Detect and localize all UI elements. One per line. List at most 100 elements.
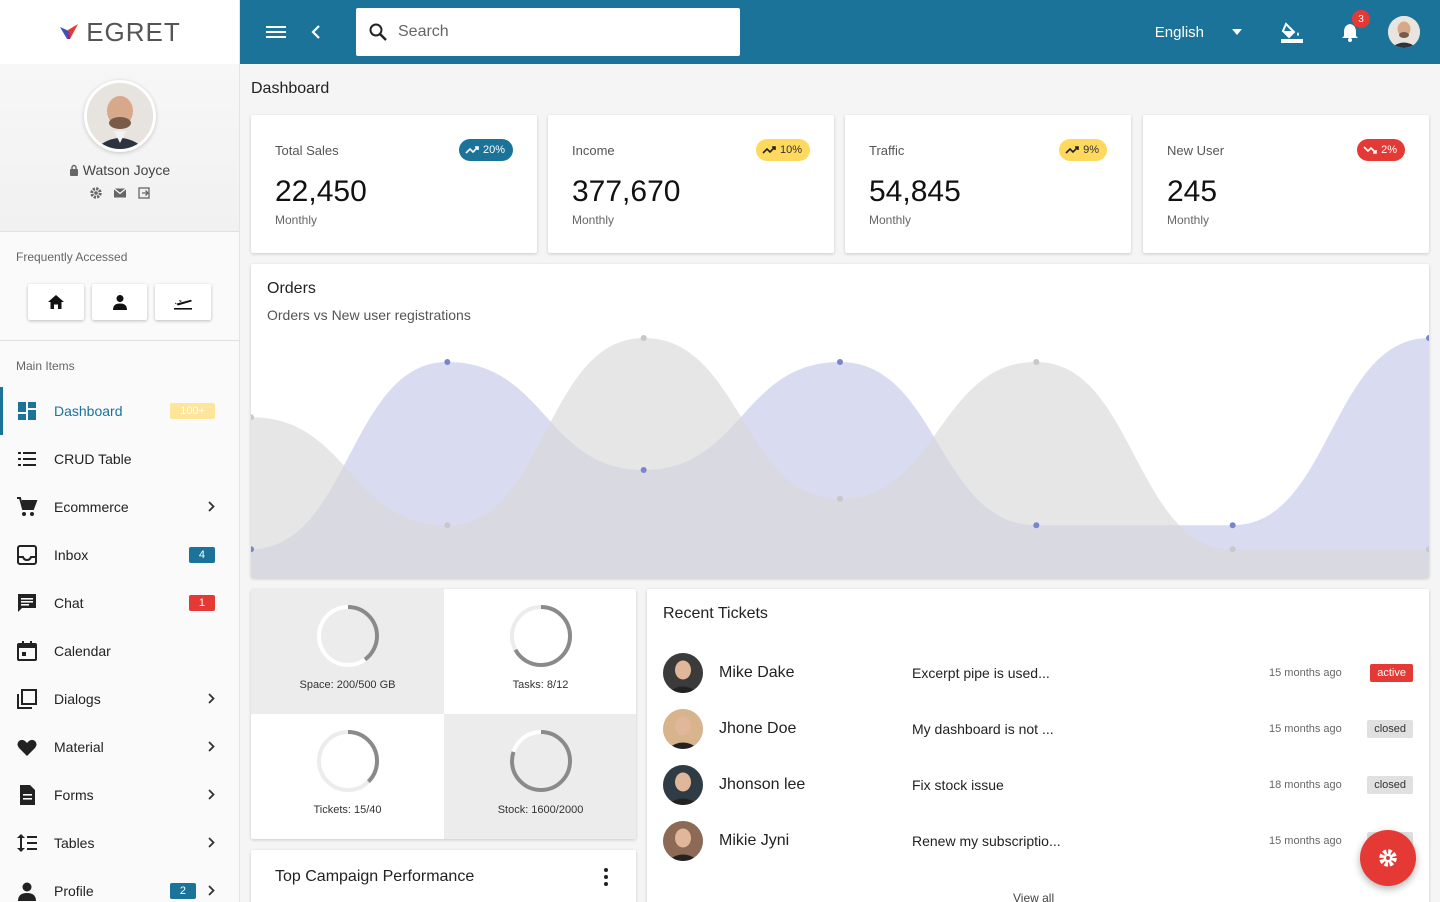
sidebar-item-badge: 100+ bbox=[170, 403, 215, 419]
gauge-ring bbox=[316, 730, 379, 792]
ticket-status-badge: active bbox=[1370, 664, 1413, 682]
theme-button[interactable] bbox=[1272, 12, 1312, 52]
ticket-row[interactable]: Mikie Jyni Renew my subscriptio... 15 mont… bbox=[663, 817, 1413, 865]
sidebar-item-dashboard[interactable]: Dashboard 100+ bbox=[0, 387, 239, 435]
menu-icon bbox=[266, 26, 286, 38]
frequently-accessed-label: Frequently Accessed bbox=[16, 250, 128, 264]
ticket-avatar bbox=[663, 821, 703, 861]
tickets-title: Recent Tickets bbox=[663, 605, 768, 622]
sidebar-item-crud-table[interactable]: CRUD Table bbox=[0, 435, 239, 483]
heart-icon bbox=[16, 736, 38, 758]
language-select[interactable]: English bbox=[1155, 24, 1242, 41]
gauge-ring bbox=[509, 730, 572, 792]
tickets-card: Recent Tickets Mike Dake Excerpt pipe is … bbox=[647, 589, 1429, 902]
chevron-right-icon bbox=[208, 883, 215, 899]
sidebar-item-inbox[interactable]: Inbox 4 bbox=[0, 531, 239, 579]
more-vert-icon bbox=[604, 868, 608, 886]
sidebar-item-calendar[interactable]: Calendar bbox=[0, 627, 239, 675]
ticket-subject: Excerpt pipe is used... bbox=[912, 665, 1050, 681]
document-icon bbox=[16, 784, 38, 806]
brand[interactable]: EGRET bbox=[0, 0, 239, 64]
sidebar-item-label: Forms bbox=[54, 787, 94, 803]
sidebar: EGRET Watson Joyce Frequently Accessed M… bbox=[0, 0, 240, 902]
ticket-status-badge: closed bbox=[1367, 776, 1413, 794]
stat-trend-value: 2% bbox=[1381, 144, 1397, 156]
chart-point[interactable] bbox=[640, 335, 647, 341]
ticket-row[interactable]: Mike Dake Excerpt pipe is used... 15 month… bbox=[663, 649, 1413, 697]
trending-up-icon bbox=[1065, 146, 1079, 154]
list-icon bbox=[16, 448, 38, 470]
chart-point[interactable] bbox=[444, 522, 451, 529]
email-icon[interactable] bbox=[113, 186, 127, 200]
chart-point[interactable] bbox=[1033, 359, 1040, 365]
ticket-time: 15 months ago bbox=[1269, 667, 1342, 679]
chevron-right-icon bbox=[208, 835, 215, 851]
chevron-right-icon bbox=[208, 787, 215, 803]
ticket-row[interactable]: Jhone Doe My dashboard is not ... 15 month… bbox=[663, 705, 1413, 753]
sidebar-item-chat[interactable]: Chat 1 bbox=[0, 579, 239, 627]
dialogs-icon bbox=[16, 688, 38, 710]
stat-trend-value: 9% bbox=[1083, 144, 1099, 156]
chevron-right-icon bbox=[208, 499, 215, 515]
calendar-icon bbox=[16, 640, 38, 662]
search-box bbox=[356, 8, 740, 56]
gauges-card: Space: 200/500 GB Tasks: 8/12 Tickets: 15/… bbox=[251, 589, 636, 839]
flight-icon bbox=[174, 299, 193, 310]
chart-point[interactable] bbox=[444, 359, 451, 365]
chart-point[interactable] bbox=[1229, 522, 1236, 529]
campaign-card: Top Campaign Performance bbox=[251, 850, 636, 902]
search-input[interactable] bbox=[398, 23, 718, 41]
gauge-ring bbox=[509, 605, 572, 667]
stat-value: 22,450 bbox=[275, 175, 367, 208]
campaign-menu-button[interactable] bbox=[604, 868, 608, 891]
chart-point[interactable] bbox=[837, 359, 843, 365]
chevron-left-icon bbox=[311, 25, 320, 39]
view-all-link[interactable]: View all bbox=[1013, 891, 1054, 902]
sidebar-item-ecommerce[interactable]: Ecommerce bbox=[0, 483, 239, 531]
quick-person-button[interactable] bbox=[91, 284, 148, 320]
sidebar-item-label: Chat bbox=[54, 595, 84, 611]
sidebar-item-dialogs[interactable]: Dialogs bbox=[0, 675, 239, 723]
stat-trend-value: 20% bbox=[482, 144, 505, 156]
sidebar-item-forms[interactable]: Forms bbox=[0, 771, 239, 819]
notifications-button[interactable]: 3 bbox=[1330, 10, 1370, 52]
brand-name: EGRET bbox=[86, 16, 181, 47]
settings-icon[interactable] bbox=[89, 186, 103, 200]
user-name-row: Watson Joyce bbox=[69, 162, 170, 178]
page-title: Dashboard bbox=[251, 80, 330, 97]
chart-point[interactable] bbox=[1033, 522, 1040, 529]
ticket-row[interactable]: Jhonson lee Fix stock issue 18 months ago c… bbox=[663, 761, 1413, 809]
caret-down-icon bbox=[1232, 29, 1242, 35]
collapse-button[interactable] bbox=[296, 12, 336, 52]
cart-icon bbox=[16, 496, 38, 518]
chart-point[interactable] bbox=[1229, 546, 1236, 553]
menu-button[interactable] bbox=[256, 12, 296, 52]
stat-value: 377,670 bbox=[572, 175, 681, 208]
gauge-label: Space: 200/500 GB bbox=[299, 679, 396, 691]
gauge-cell: Stock: 1600/2000 bbox=[444, 714, 636, 839]
gear-icon bbox=[1379, 849, 1397, 867]
ticket-name: Jhone Doe bbox=[719, 720, 797, 737]
sidebar-item-material[interactable]: Material bbox=[0, 723, 239, 771]
logout-icon[interactable] bbox=[137, 186, 151, 200]
trending-down-icon bbox=[1363, 146, 1377, 154]
chevron-right-icon bbox=[208, 691, 215, 707]
chart-point[interactable] bbox=[640, 467, 647, 473]
user-avatar[interactable] bbox=[83, 80, 156, 152]
sidebar-item-profile[interactable]: Profile 2 bbox=[0, 867, 239, 902]
egret-logo-icon bbox=[60, 24, 79, 39]
stat-title: Income bbox=[572, 143, 615, 158]
ticket-avatar bbox=[663, 765, 703, 805]
topbar-avatar[interactable] bbox=[1388, 16, 1420, 48]
person-icon bbox=[112, 295, 127, 310]
sidebar-item-tables[interactable]: Tables bbox=[0, 819, 239, 867]
chart-point[interactable] bbox=[837, 495, 843, 502]
settings-fab[interactable] bbox=[1360, 830, 1416, 886]
stat-period: Monthly bbox=[869, 213, 912, 227]
ticket-time: 15 months ago bbox=[1269, 723, 1342, 735]
quick-home-button[interactable] bbox=[28, 284, 84, 320]
stat-title: New User bbox=[1167, 143, 1225, 158]
ticket-name: Mike Dake bbox=[719, 664, 795, 681]
quick-flight-button[interactable] bbox=[155, 284, 212, 320]
sidebar-item-label: Profile bbox=[54, 883, 94, 899]
